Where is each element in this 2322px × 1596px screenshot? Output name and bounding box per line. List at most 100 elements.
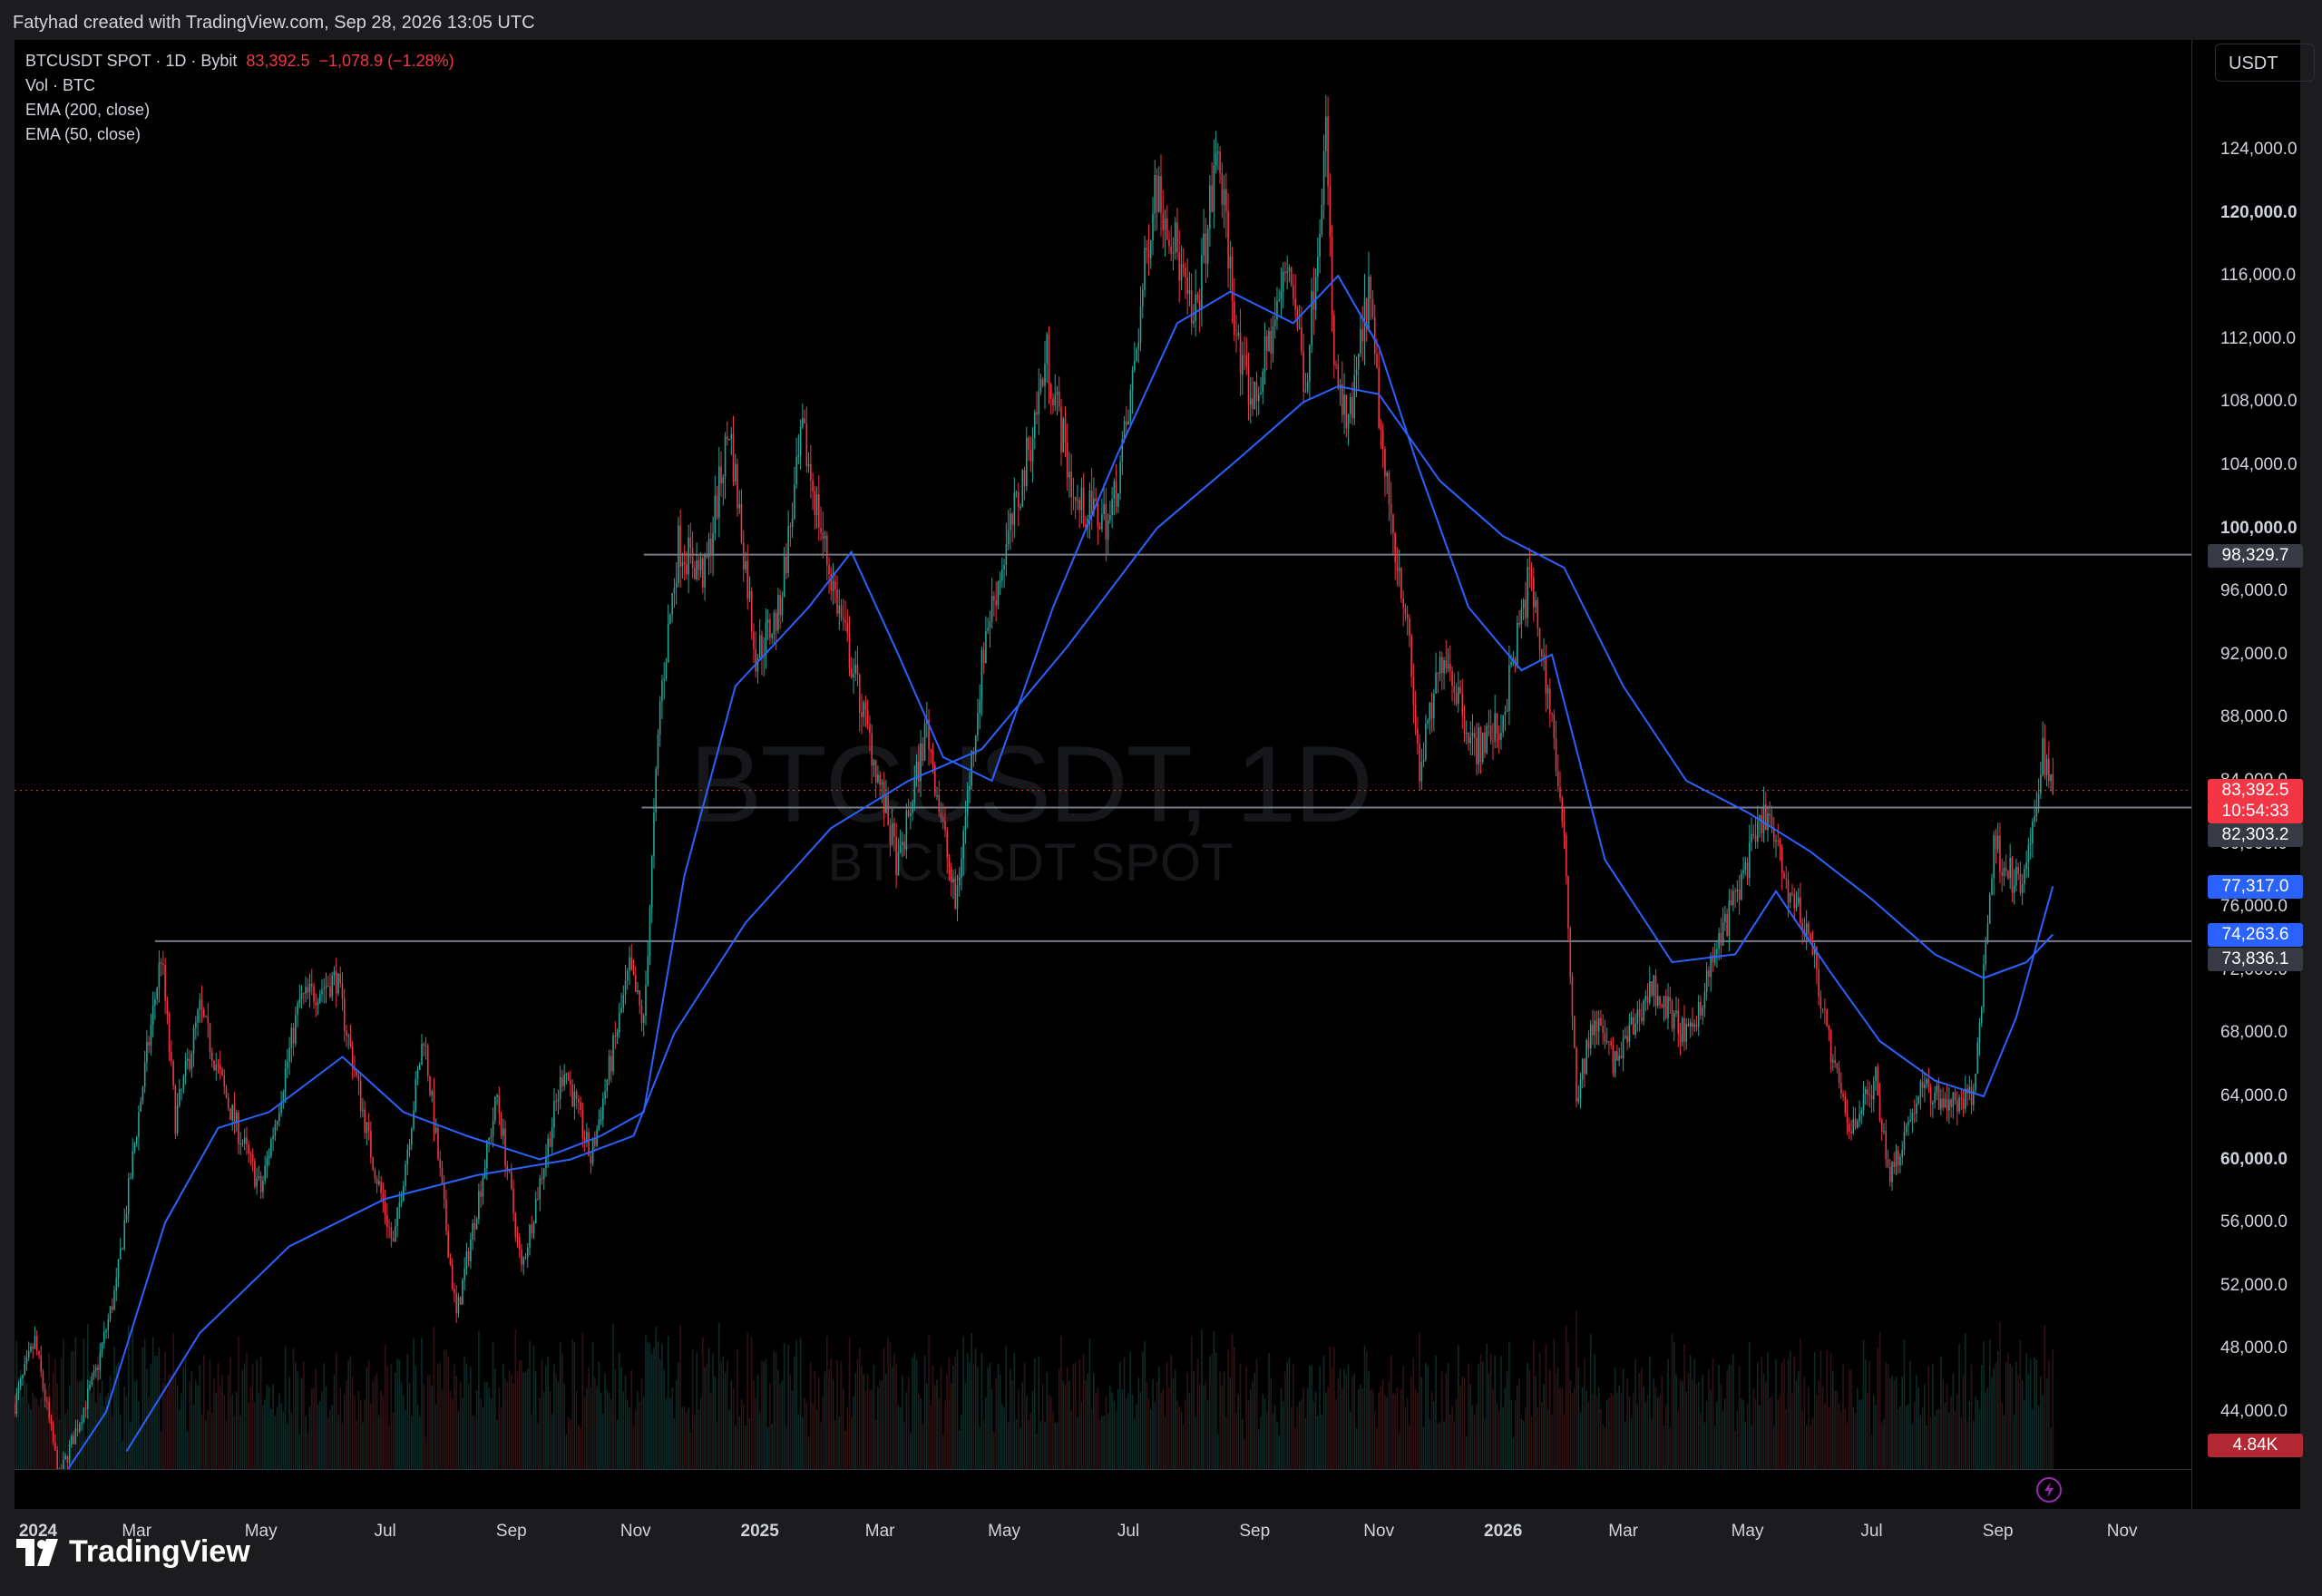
volume-bar: [1520, 1418, 1523, 1469]
volume-bar: [44, 1397, 46, 1469]
candle: [1441, 651, 1443, 690]
time-axis[interactable]: [15, 1469, 2191, 1510]
candle-body: [1887, 1159, 1889, 1167]
date-tick-label: Nov: [1363, 1522, 1395, 1541]
candle-body: [1255, 381, 1258, 402]
candle-body: [903, 842, 905, 850]
candle: [445, 1189, 447, 1236]
candle-body: [107, 1319, 110, 1330]
volume-bar: [1836, 1390, 1839, 1469]
candle: [34, 1326, 36, 1350]
volume-bar: [1469, 1384, 1472, 1469]
candle-body: [384, 1202, 386, 1216]
volume-bar: [985, 1396, 987, 1469]
candle: [209, 1023, 211, 1060]
candle-body: [74, 1428, 77, 1445]
legend-volume[interactable]: Vol · BTC: [25, 73, 454, 98]
price-plot[interactable]: [15, 40, 2191, 1469]
volume-bar: [1966, 1422, 1968, 1469]
candle: [555, 1093, 557, 1112]
volume-bar: [1860, 1398, 1863, 1469]
volume-bar: [1891, 1376, 1893, 1469]
candle-body: [119, 1249, 122, 1260]
candle: [1290, 266, 1293, 287]
volume-bar: [2021, 1380, 2024, 1469]
candle-body: [541, 1178, 543, 1180]
legend-ema200[interactable]: EMA (200, close): [25, 98, 454, 122]
bolt-icon[interactable]: [2035, 1476, 2063, 1504]
volume-bar: [1932, 1363, 1934, 1469]
volume-bar: [766, 1426, 769, 1469]
candle: [1489, 709, 1492, 745]
candle-body: [2011, 857, 2014, 893]
candle-body: [1687, 1023, 1690, 1027]
candle: [1993, 831, 1995, 896]
volume-bar: [1818, 1380, 1820, 1469]
candle-body: [1595, 1020, 1598, 1032]
volume-bar: [1082, 1354, 1085, 1469]
candle: [1597, 1010, 1600, 1046]
volume-bar: [966, 1352, 969, 1469]
volume-bar: [1991, 1377, 1993, 1469]
volume-bar: [2011, 1366, 2014, 1469]
candle-body: [1182, 264, 1185, 268]
candle: [1404, 603, 1407, 622]
candle: [1803, 917, 1806, 940]
candle-body: [1028, 437, 1029, 451]
candle-body: [1054, 394, 1057, 406]
legend-symbol-row[interactable]: BTCUSDT SPOT · 1D · Bybit 83,392.5 −1,07…: [25, 49, 454, 73]
volume-bar: [620, 1367, 622, 1469]
date-tick-label: Jul: [1117, 1522, 1140, 1541]
candle-body: [1708, 969, 1710, 978]
volume-bar: [1595, 1396, 1598, 1469]
candle-body: [1166, 218, 1168, 240]
volume-bar: [629, 1407, 630, 1469]
candle: [141, 1085, 144, 1105]
candle-body: [1443, 660, 1445, 674]
candle: [343, 988, 346, 1042]
candle-body: [298, 998, 301, 1004]
candle-body: [1026, 437, 1028, 487]
candle: [462, 1278, 463, 1305]
candle: [2029, 827, 2032, 860]
candle-body: [1838, 1068, 1840, 1083]
candle-body: [1478, 727, 1480, 765]
candle-body: [734, 463, 737, 482]
candle-body: [133, 1143, 136, 1152]
candle: [1333, 309, 1335, 379]
candle: [958, 867, 961, 897]
legend-ema50[interactable]: EMA (50, close): [25, 122, 454, 147]
candle-body: [1449, 664, 1451, 672]
currency-unit-button[interactable]: USDT: [2215, 44, 2315, 82]
candle: [1225, 172, 1227, 238]
candle-body: [1109, 514, 1111, 521]
candle-body: [1832, 1060, 1834, 1063]
volume-bar: [1157, 1366, 1160, 1469]
candle: [704, 552, 706, 601]
candle-body: [1231, 256, 1234, 302]
volume-bar: [1417, 1392, 1419, 1469]
candle-body: [24, 1363, 26, 1376]
candle-body: [1757, 821, 1759, 842]
candle-body: [740, 503, 743, 543]
volume-bar: [290, 1413, 293, 1469]
candle: [791, 501, 794, 539]
volume-bar: [1577, 1367, 1580, 1469]
volume-bar: [223, 1395, 226, 1469]
candle: [1049, 382, 1052, 415]
volume-bar: [1080, 1401, 1083, 1469]
candle: [380, 1175, 382, 1202]
volume-bar: [874, 1419, 877, 1469]
volume-bar: [1010, 1368, 1011, 1469]
tradingview-logo[interactable]: TradingView: [16, 1534, 250, 1570]
candle: [101, 1341, 103, 1358]
candle-body: [52, 1424, 54, 1443]
candle-body: [1561, 797, 1564, 822]
volume-bar: [958, 1430, 961, 1469]
candle-body: [940, 812, 942, 818]
volume-bar: [1664, 1404, 1667, 1469]
volume-bar: [570, 1419, 571, 1469]
candle-body: [1213, 164, 1215, 212]
volume-bar: [1713, 1426, 1716, 1469]
volume-bar: [1512, 1436, 1515, 1469]
